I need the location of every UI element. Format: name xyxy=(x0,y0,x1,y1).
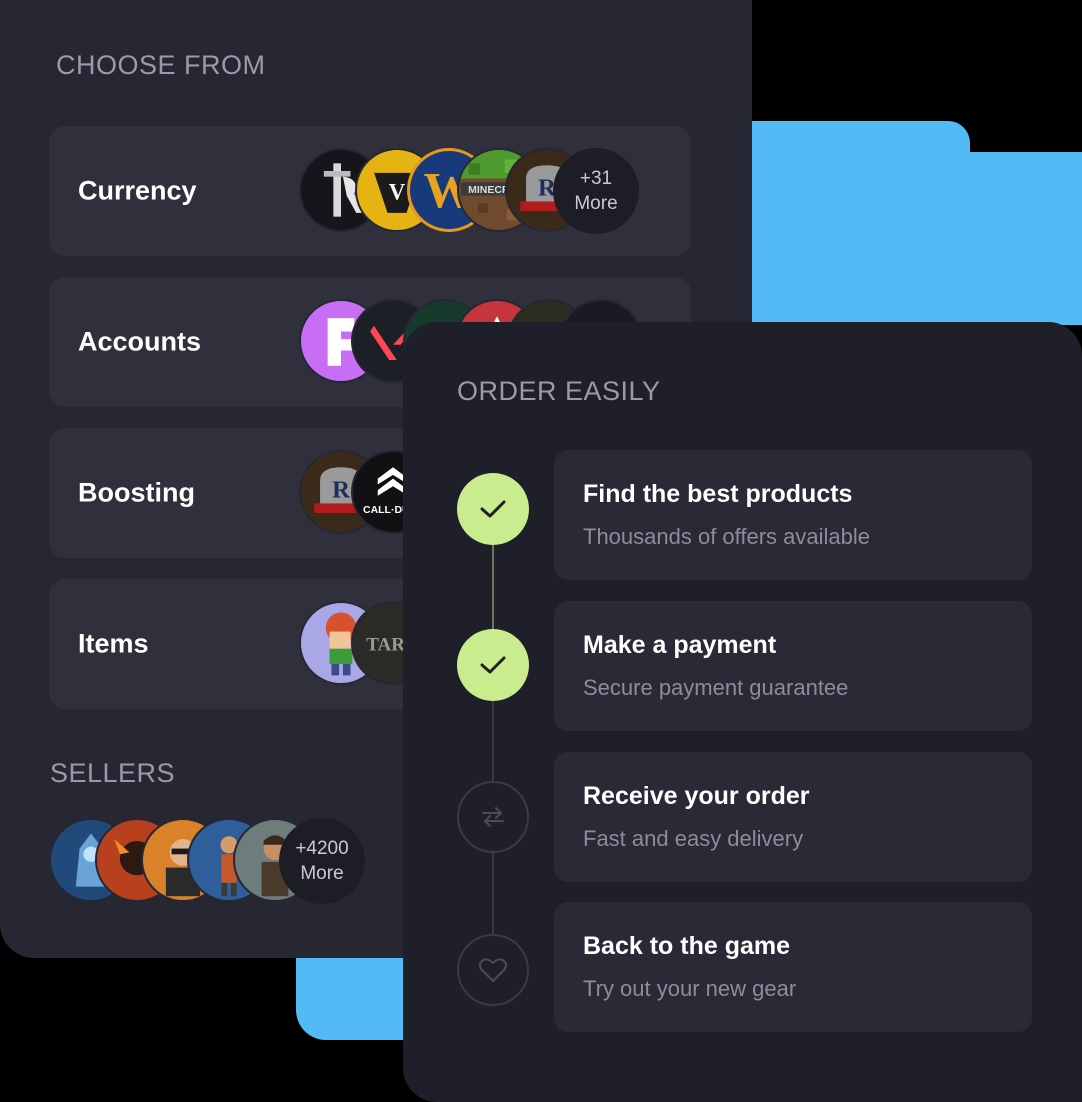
step-card-receive-order[interactable]: Receive your order Fast and easy deliver… xyxy=(554,752,1032,882)
step-title: Find the best products xyxy=(583,480,853,508)
choose-from-heading: CHOOSE FROM xyxy=(56,50,266,80)
step-card-back-to-game[interactable]: Back to the game Try out your new gear xyxy=(554,902,1032,1032)
category-card-currency[interactable]: Currency V W MINECRAFT R +31 More xyxy=(49,126,691,256)
step-title: Back to the game xyxy=(583,932,791,960)
step-card-find-products[interactable]: Find the best products Thousands of offe… xyxy=(554,450,1032,580)
step-subtitle: Thousands of offers available xyxy=(583,524,870,549)
category-label: Boosting xyxy=(78,477,195,508)
category-label: Accounts xyxy=(78,326,202,357)
order-easily-panel: ORDER EASILY Find the best products Thou… xyxy=(403,322,1082,1102)
step-status-circle xyxy=(457,473,529,545)
more-label: More xyxy=(574,193,618,214)
check-icon xyxy=(480,656,506,674)
decorative-blue-shape xyxy=(962,152,1082,325)
category-label: Currency xyxy=(78,175,197,206)
step-subtitle: Secure payment guarantee xyxy=(583,675,849,700)
step-title: Make a payment xyxy=(583,631,777,659)
more-sellers-button[interactable]: +4200 More xyxy=(279,818,365,904)
svg-text:V: V xyxy=(389,180,406,205)
more-label: More xyxy=(300,863,344,884)
decorative-blue-shape xyxy=(744,121,970,325)
step-connector xyxy=(492,700,494,782)
more-count: +31 xyxy=(579,168,613,189)
svg-text:R: R xyxy=(332,477,351,504)
exchange-arrows-icon xyxy=(482,807,504,827)
order-easily-heading: ORDER EASILY xyxy=(457,376,661,406)
step-subtitle: Fast and easy delivery xyxy=(583,826,804,851)
step-status-circle xyxy=(457,629,529,701)
heart-icon xyxy=(479,958,507,982)
category-label: Items xyxy=(78,628,149,659)
more-count: +4200 xyxy=(295,838,349,859)
more-games-button[interactable]: +31 More xyxy=(553,148,639,234)
step-subtitle: Try out your new gear xyxy=(583,976,797,1001)
step-title: Receive your order xyxy=(583,782,810,810)
sellers-heading: SELLERS xyxy=(50,758,176,788)
seller-avatar-stack: +4200 More xyxy=(49,818,369,904)
step-card-payment[interactable]: Make a payment Secure payment guarantee xyxy=(554,601,1032,731)
step-status-circle xyxy=(457,781,529,853)
check-icon xyxy=(480,500,506,518)
step-status-circle xyxy=(457,934,529,1006)
step-connector xyxy=(492,852,494,936)
